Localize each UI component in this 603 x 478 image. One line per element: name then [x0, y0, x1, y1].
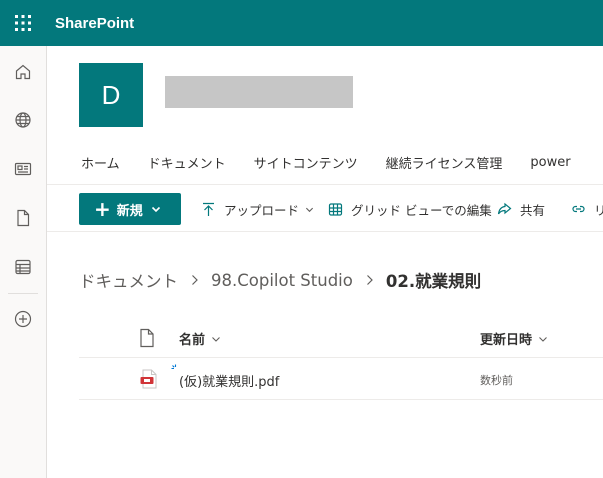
breadcrumb: ドキュメント 98.Copilot Studio 02.就業規則 — [79, 268, 481, 292]
upload-icon — [203, 202, 214, 216]
rail-news-button[interactable] — [0, 149, 46, 189]
chevron-down-icon — [305, 207, 314, 212]
column-header-modified[interactable]: 更新日時 — [480, 329, 548, 348]
rail-sites-button[interactable] — [0, 100, 46, 140]
chevron-down-icon — [212, 336, 220, 342]
list-icon — [15, 259, 31, 275]
chevron-down-icon — [151, 206, 160, 213]
chevron-down-icon — [539, 336, 547, 342]
plus-icon: + — [94, 197, 111, 221]
rail-files-button[interactable] — [0, 198, 46, 238]
table-row[interactable]: (仮)就業規則.pdf 数秒前 — [79, 358, 603, 400]
app-launcher-button[interactable] — [0, 0, 46, 46]
chevron-right-icon — [366, 275, 373, 285]
rail-home-button[interactable] — [0, 52, 46, 92]
suite-title[interactable]: SharePoint — [55, 15, 134, 32]
command-bar: + 新規 アップロード グリッド ビューでの編集 共有 リ — [47, 184, 603, 232]
new-button[interactable]: + 新規 — [79, 193, 181, 225]
globe-icon — [15, 112, 31, 128]
waffle-icon — [15, 15, 31, 31]
home-icon — [15, 64, 31, 80]
upload-label: アップロード — [224, 202, 300, 218]
breadcrumb-documents[interactable]: ドキュメント — [79, 268, 178, 292]
column-header-name-label: 名前 — [179, 333, 206, 348]
rail-divider — [8, 293, 38, 294]
file-type-column-icon[interactable] — [139, 328, 155, 348]
chevron-right-icon — [192, 275, 198, 285]
link-icon — [572, 205, 585, 212]
copy-link-label: リ — [594, 202, 603, 218]
left-app-rail — [0, 46, 47, 478]
file-modified-date: 数秒前 — [480, 374, 513, 387]
edit-in-grid-view-button[interactable]: グリッド ビューでの編集 — [328, 199, 492, 219]
site-logo-letter: D — [101, 79, 121, 110]
site-name-redacted — [165, 76, 353, 108]
file-name-link[interactable]: (仮)就業規則.pdf — [179, 371, 279, 390]
new-button-label: 新規 — [116, 203, 143, 219]
share-button[interactable]: 共有 — [497, 199, 545, 219]
site-top-navigation: ホーム ドキュメント サイトコンテンツ 継続ライセンス管理 power — [69, 148, 585, 176]
column-header-name[interactable]: 名前 — [179, 329, 221, 348]
breadcrumb-current-folder: 02.就業規則 — [385, 272, 482, 291]
nav-link-license-management[interactable]: 継続ライセンス管理 — [372, 153, 517, 172]
file-icon — [17, 209, 30, 227]
nav-link-power[interactable]: power — [516, 155, 584, 170]
nav-link-documents[interactable]: ドキュメント — [134, 153, 240, 172]
add-circle-icon — [14, 310, 32, 328]
upload-button[interactable]: アップロード — [201, 199, 314, 219]
breadcrumb-copilot-studio[interactable]: 98.Copilot Studio — [211, 271, 353, 290]
document-list-header: 名前 更新日時 — [79, 318, 603, 358]
edit-in-grid-view-label: グリッド ビューでの編集 — [351, 202, 492, 218]
rail-create-button[interactable] — [0, 299, 46, 339]
pdf-file-icon — [140, 369, 157, 389]
site-logo[interactable]: D — [79, 63, 143, 127]
nav-link-site-contents[interactable]: サイトコンテンツ — [240, 153, 372, 172]
rail-lists-button[interactable] — [0, 247, 46, 287]
suite-bar: SharePoint — [0, 0, 603, 46]
share-label: 共有 — [520, 202, 546, 218]
news-icon — [14, 162, 32, 176]
column-header-modified-label: 更新日時 — [480, 333, 533, 348]
copy-link-button[interactable]: リ — [571, 199, 603, 219]
grid-icon — [328, 202, 343, 216]
share-icon — [497, 202, 512, 214]
nav-link-home[interactable]: ホーム — [69, 153, 134, 172]
